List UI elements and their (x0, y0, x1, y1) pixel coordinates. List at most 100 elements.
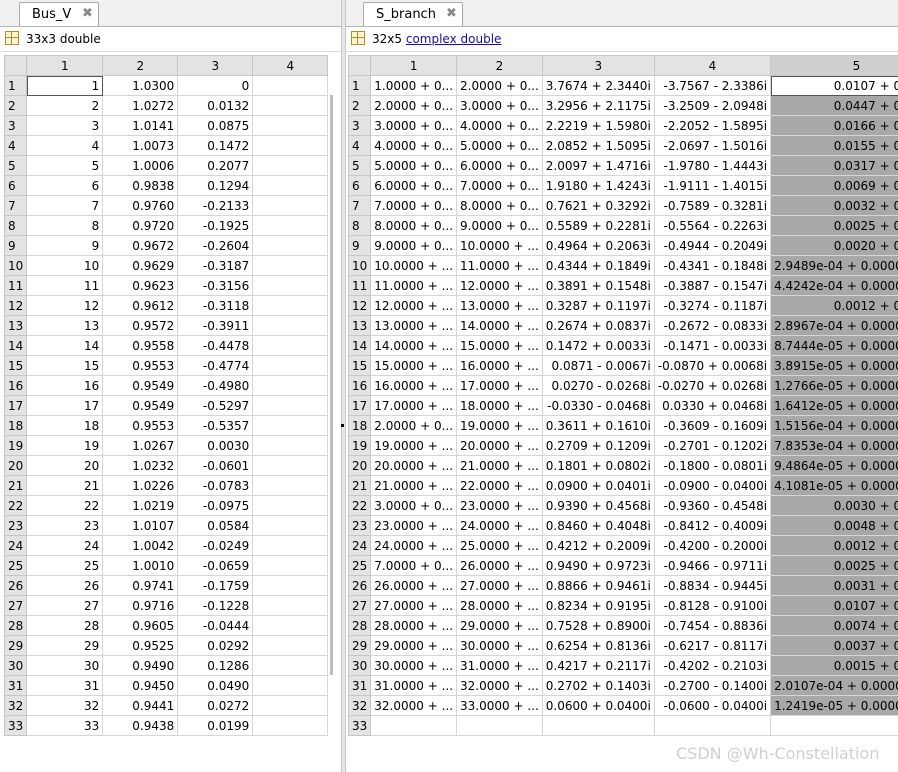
table-cell[interactable] (252, 175, 329, 196)
row-header[interactable]: 4 (347, 135, 372, 156)
table-cell[interactable]: 32 (26, 695, 104, 716)
table-cell[interactable]: 0.9629 (102, 255, 179, 276)
table-cell[interactable]: 0.1286 (177, 655, 254, 676)
row-header[interactable]: 33 (3, 715, 28, 736)
table-cell[interactable]: 3 (26, 115, 104, 136)
table-cell[interactable]: 23 (26, 515, 104, 536)
table-cell[interactable]: -0.1759 (177, 575, 254, 596)
table-cell[interactable]: 0.9716 (102, 595, 179, 616)
table-cell[interactable]: 0.0025 + 0.0000i (770, 215, 898, 236)
table-cell[interactable] (252, 495, 329, 516)
row-header[interactable]: 15 (3, 355, 28, 376)
table-cell[interactable]: 0.9760 (102, 195, 179, 216)
table-cell[interactable]: -0.0900 - 0.0400i (653, 475, 772, 496)
table-cell[interactable]: 2.0000 + 0... (456, 75, 543, 96)
table-cell[interactable]: 0.8460 + 0.4048i (541, 515, 655, 536)
table-cell[interactable]: 16 (26, 375, 104, 396)
table-cell[interactable]: 7.0000 + 0... (370, 555, 458, 576)
table-cell[interactable]: 0.1472 (177, 135, 254, 156)
table-cell[interactable]: 10 (26, 255, 104, 276)
table-cell[interactable]: 9 (26, 235, 104, 256)
table-cell[interactable]: 33 (26, 715, 104, 736)
row-header[interactable]: 30 (347, 655, 372, 676)
table-cell[interactable] (252, 315, 329, 336)
table-cell[interactable]: 15.0000 + ... (456, 335, 543, 356)
row-header[interactable]: 3 (347, 115, 372, 136)
table-cell[interactable]: 4 (26, 135, 104, 156)
table-cell[interactable] (252, 155, 329, 176)
table-cell[interactable]: 9.4864e-05 + 0.0000e+00i (770, 455, 898, 476)
table-cell[interactable]: 29.0000 + ... (370, 635, 458, 656)
table-cell[interactable]: 4.0000 + 0... (370, 135, 458, 156)
table-cell[interactable]: 3.0000 + 0... (370, 115, 458, 136)
table-cell[interactable] (252, 435, 329, 456)
row-header[interactable]: 29 (347, 635, 372, 656)
row-header[interactable]: 18 (347, 415, 372, 436)
table-cell[interactable]: 6 (26, 175, 104, 196)
row-header[interactable]: 5 (3, 155, 28, 176)
table-cell[interactable]: 16.0000 + ... (370, 375, 458, 396)
table-cell[interactable]: 31 (26, 675, 104, 696)
table-cell[interactable]: -0.0444 (177, 615, 254, 636)
table-cell[interactable]: 0.0012 + 0.0000i (770, 295, 898, 316)
table-cell[interactable]: -2.0697 - 1.5016i (653, 135, 772, 156)
table-cell[interactable]: 15.0000 + ... (370, 355, 458, 376)
table-cell[interactable]: 1.0272 (102, 95, 179, 116)
table-cell[interactable]: 0.9612 (102, 295, 179, 316)
table-cell[interactable]: 2.0000 + 0... (370, 95, 458, 116)
table-cell[interactable]: -0.0601 (177, 455, 254, 476)
table-cell[interactable]: 2.8967e-04 + 0.0000e+00i (770, 315, 898, 336)
table-cell[interactable]: 0.9623 (102, 275, 179, 296)
table-cell[interactable] (252, 635, 329, 656)
table-cell[interactable]: 27.0000 + ... (456, 575, 543, 596)
row-header[interactable]: 22 (347, 495, 372, 516)
table-cell[interactable]: -0.7589 - 0.3281i (653, 195, 772, 216)
table-cell[interactable]: 0.9390 + 0.4568i (541, 495, 655, 516)
row-header[interactable]: 16 (347, 375, 372, 396)
table-cell[interactable]: 0.5589 + 0.2281i (541, 215, 655, 236)
table-cell[interactable]: 0.0900 + 0.0401i (541, 475, 655, 496)
table-cell[interactable]: 8.0000 + 0... (456, 195, 543, 216)
table-cell[interactable]: 1.0107 (102, 515, 179, 536)
row-header[interactable]: 1 (347, 75, 372, 96)
row-header[interactable]: 14 (3, 335, 28, 356)
row-header[interactable]: 8 (347, 215, 372, 236)
table-cell[interactable]: 1.0267 (102, 435, 179, 456)
row-header[interactable]: 12 (3, 295, 28, 316)
row-header[interactable]: 26 (347, 575, 372, 596)
table-cell[interactable]: 10.0000 + ... (370, 255, 458, 276)
row-header[interactable]: 30 (3, 655, 28, 676)
table-cell[interactable]: 0.9525 (102, 635, 179, 656)
table-cell[interactable]: 9.0000 + 0... (456, 215, 543, 236)
row-header[interactable]: 6 (347, 175, 372, 196)
table-cell[interactable]: 1 (26, 75, 104, 96)
row-header[interactable]: 19 (3, 435, 28, 456)
table-cell[interactable]: 26 (26, 575, 104, 596)
table-cell[interactable] (252, 535, 329, 556)
table-cell[interactable]: -0.4200 - 0.2000i (653, 535, 772, 556)
table-cell[interactable]: 28.0000 + ... (370, 615, 458, 636)
table-cell[interactable]: 19.0000 + ... (370, 435, 458, 456)
table-cell[interactable] (252, 215, 329, 236)
table-cell[interactable] (252, 615, 329, 636)
column-header[interactable]: 1 (26, 55, 104, 76)
table-cell[interactable] (770, 715, 898, 736)
table-cell[interactable]: 29.0000 + ... (456, 615, 543, 636)
table-cell[interactable] (252, 675, 329, 696)
variable-table[interactable]: 12345 1 1.0000 + 0... 2.0000 + 0... 3.7674 … (347, 55, 898, 736)
table-cell[interactable]: 0.3891 + 0.1548i (541, 275, 655, 296)
table-cell[interactable]: 0.0292 (177, 635, 254, 656)
table-cell[interactable]: 7.0000 + 0... (456, 175, 543, 196)
table-cell[interactable]: 2.0107e-04 + 0.0000e+00i (770, 675, 898, 696)
table-cell[interactable]: 0.9490 + 0.9723i (541, 555, 655, 576)
table-cell[interactable]: 1.0073 (102, 135, 179, 156)
table-cell[interactable]: 20.0000 + ... (370, 455, 458, 476)
variable-table[interactable]: 1234 1 1 1.0300 0 2 2 1.0272 0.0132 3 3 1.0141 0.08… (3, 55, 329, 736)
table-cell[interactable]: 0.0270 - 0.0268i (541, 375, 655, 396)
table-cell[interactable]: -0.1800 - 0.0801i (653, 455, 772, 476)
column-header[interactable]: 1 (370, 55, 458, 76)
table-cell[interactable]: 3.0000 + 0... (370, 495, 458, 516)
table-cell[interactable]: 8.0000 + 0... (370, 215, 458, 236)
row-header[interactable]: 2 (3, 95, 28, 116)
row-header[interactable]: 23 (3, 515, 28, 536)
